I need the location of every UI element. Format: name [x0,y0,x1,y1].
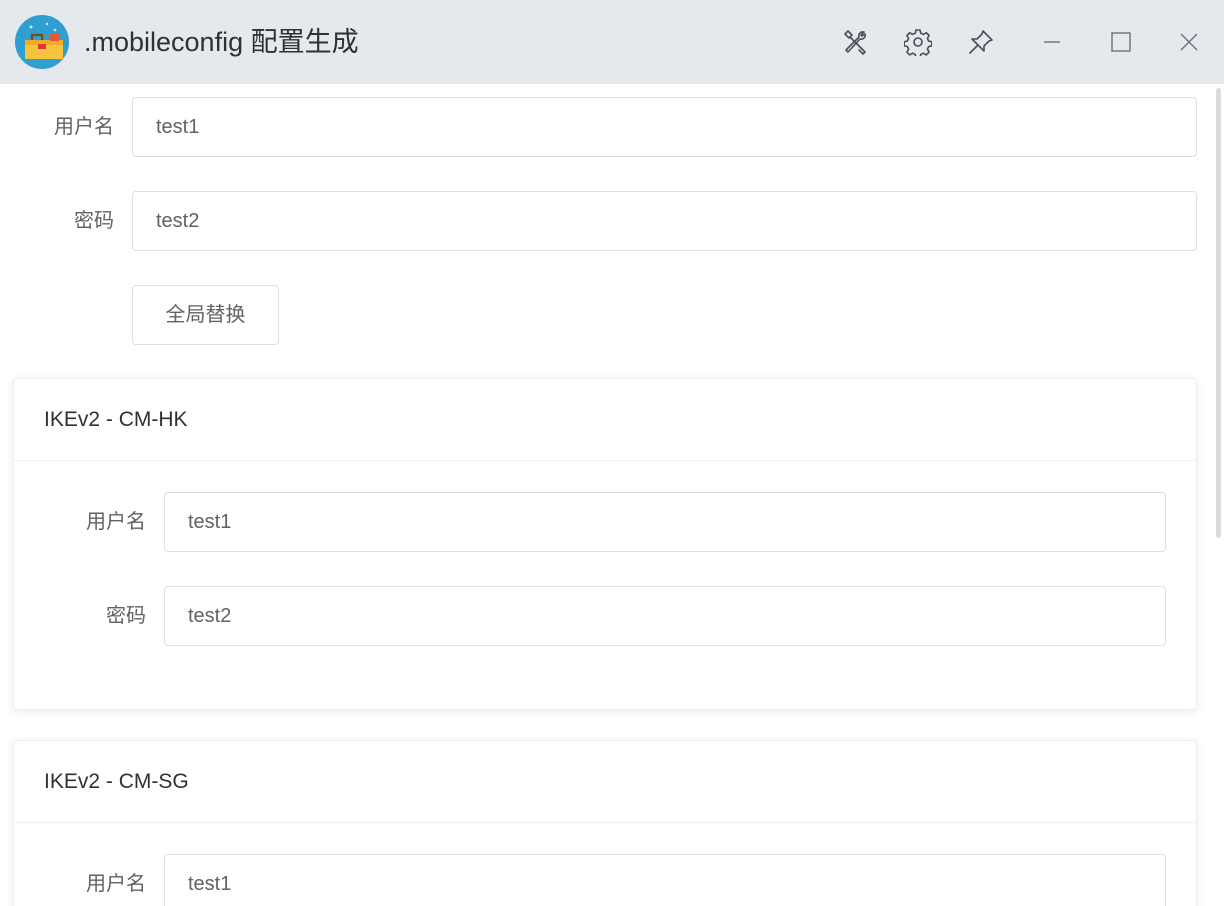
profile-username-input[interactable] [165,855,1165,906]
profile-username-label: 用户名 [86,511,146,533]
maximize-icon[interactable] [1107,28,1135,56]
window-title: .mobileconfig 配置生成 [84,27,359,57]
profile-password-input[interactable] [165,587,1165,645]
card-title: IKEv2 - CM-HK [44,408,188,431]
profile-username-field[interactable] [164,492,1166,552]
profile-username-row: 用户名 [14,492,1196,552]
global-password-label: 密码 [74,210,114,232]
pin-icon[interactable] [967,28,995,56]
global-username-input[interactable] [133,98,1196,156]
profile-card-cm-sg: IKEv2 - CM-SG 用户名 [13,740,1197,906]
profile-password-field[interactable] [164,586,1166,646]
profile-username-row: 用户名 [14,854,1196,906]
main-content: 用户名 密码 全局替换 IKEv2 - CM-HK 用户名 密码 [0,84,1212,906]
profile-username-input[interactable] [165,493,1165,551]
profile-username-field[interactable] [164,854,1166,906]
global-replace-button[interactable]: 全局替换 [132,285,279,345]
gear-icon[interactable] [904,28,932,56]
card-title: IKEv2 - CM-SG [44,770,189,793]
global-password-input[interactable] [133,192,1196,250]
card-header: IKEv2 - CM-HK [14,379,1196,461]
card-header: IKEv2 - CM-SG [14,741,1196,823]
scrollbar-thumb[interactable] [1216,88,1221,538]
profile-password-row: 密码 [14,586,1196,646]
profile-card-cm-hk: IKEv2 - CM-HK 用户名 密码 [13,378,1197,710]
minimize-icon[interactable] [1038,28,1066,56]
global-username-label: 用户名 [54,116,114,138]
global-password-field[interactable] [132,191,1197,251]
title-bar: .mobileconfig 配置生成 [0,0,1224,84]
global-username-field[interactable] [132,97,1197,157]
global-username-row: 用户名 [0,97,1212,157]
profile-password-label: 密码 [106,605,146,627]
profile-username-label: 用户名 [86,873,146,895]
toolbox-app-icon [15,15,69,69]
tools-icon[interactable] [841,28,869,56]
close-icon[interactable] [1175,28,1203,56]
global-password-row: 密码 [0,191,1212,251]
